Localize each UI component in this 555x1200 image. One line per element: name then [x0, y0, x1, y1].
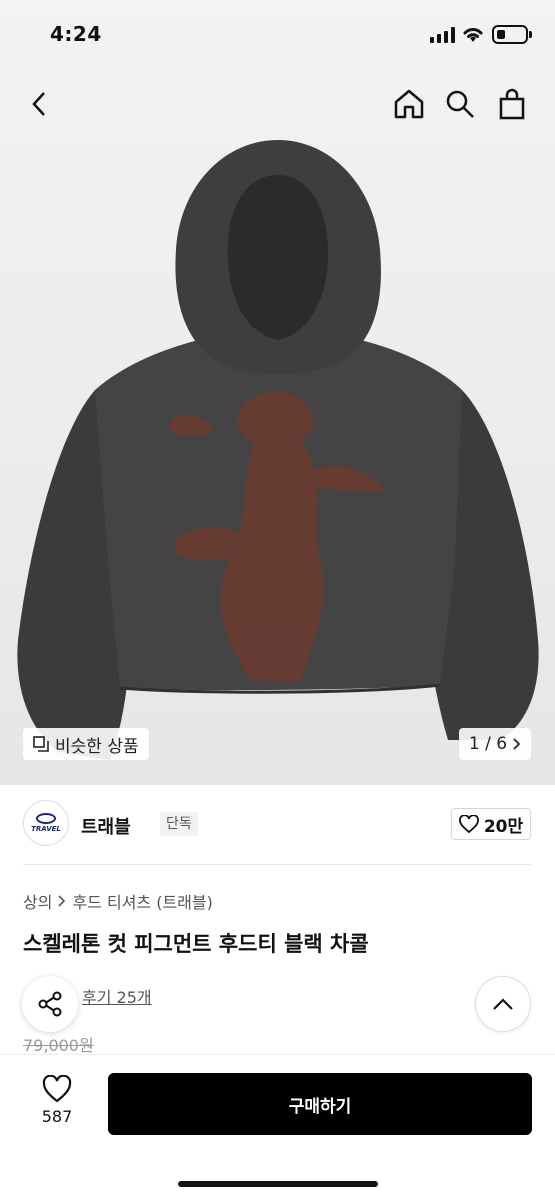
- product-title: 스켈레톤 컷 피그먼트 후드티 블랙 차콜: [23, 932, 369, 956]
- share-icon: [38, 991, 62, 1017]
- similar-products-label: 비슷한 상품: [55, 736, 139, 757]
- brand-like-button[interactable]: 20만: [451, 808, 531, 840]
- review-link[interactable]: 후기 25개: [82, 984, 152, 1008]
- exclusive-badge: 단독: [160, 812, 198, 836]
- battery-icon: [492, 25, 532, 44]
- copy-icon: [33, 736, 49, 752]
- brand-name[interactable]: 트래블: [81, 813, 131, 839]
- chevron-right-icon: [513, 738, 521, 750]
- similar-products-button[interactable]: 비슷한 상품: [23, 728, 149, 760]
- chevron-left-icon: [32, 92, 45, 116]
- home-button[interactable]: [391, 86, 427, 122]
- bottom-action-bar: 587 구매하기: [0, 1054, 555, 1200]
- share-button[interactable]: [22, 976, 78, 1032]
- home-indicator: [178, 1181, 378, 1187]
- heart-icon: [458, 815, 479, 833]
- shopping-bag-icon: [499, 88, 525, 120]
- status-bar: 4:24: [0, 0, 555, 72]
- divider: [23, 864, 531, 865]
- home-icon: [394, 89, 424, 119]
- search-icon: [446, 90, 474, 118]
- wishlist-count: 587: [41, 1107, 73, 1126]
- wifi-icon: [463, 28, 483, 42]
- brand-logo-mark: [36, 813, 56, 824]
- signal-icon: [430, 27, 456, 43]
- heart-icon: [42, 1075, 72, 1103]
- back-button[interactable]: [22, 86, 58, 122]
- breadcrumb-item[interactable]: 후드 티셔츠 (트래블): [72, 889, 212, 913]
- status-time: 4:24: [50, 22, 102, 46]
- image-page-indicator[interactable]: 1 / 6: [459, 728, 531, 760]
- wishlist-button[interactable]: 587: [24, 1075, 90, 1145]
- buy-button[interactable]: 구매하기: [108, 1073, 532, 1135]
- brand-logo-text: TRAVEL: [31, 825, 61, 833]
- brand-like-count: 20만: [483, 816, 524, 837]
- scroll-top-button[interactable]: [475, 976, 531, 1032]
- page-indicator-text: 1 / 6: [468, 734, 508, 754]
- search-button[interactable]: [442, 86, 478, 122]
- breadcrumb-item[interactable]: 상의: [23, 889, 52, 913]
- chevron-up-icon: [493, 998, 513, 1010]
- product-image-area[interactable]: 4:24 비슷한 상품 1 / 6: [0, 0, 555, 785]
- chevron-right-icon: [58, 895, 66, 907]
- brand-row: TRAVEL 트래블 단독 20만: [23, 800, 531, 850]
- brand-logo[interactable]: TRAVEL: [23, 800, 69, 846]
- breadcrumb: 상의 후드 티셔츠 (트래블): [23, 889, 213, 913]
- original-price: 79,000원: [23, 1036, 94, 1055]
- cart-button[interactable]: [494, 86, 530, 122]
